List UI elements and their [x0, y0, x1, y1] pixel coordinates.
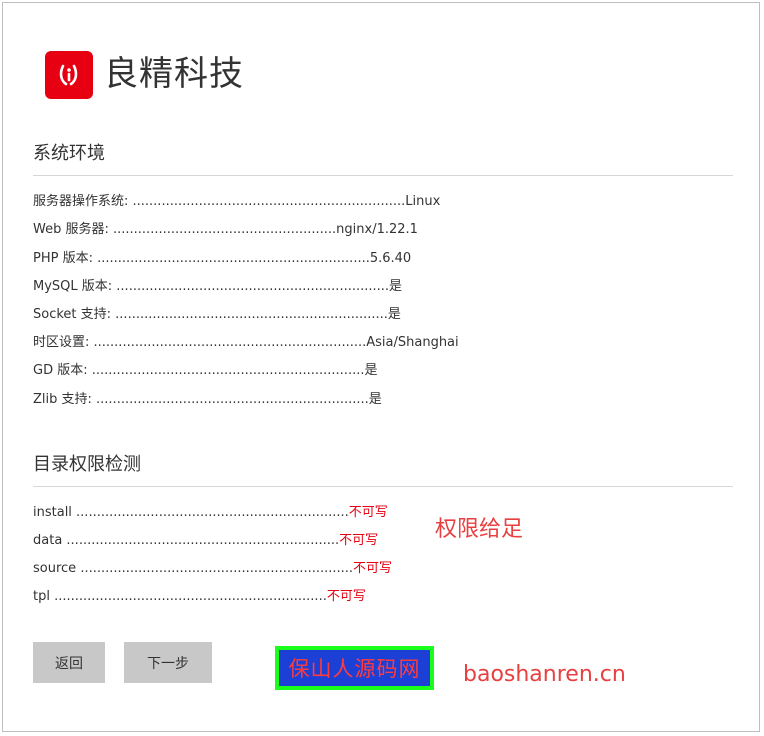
- permission-annotation: 权限给足: [435, 517, 524, 542]
- divider-env: [33, 175, 733, 176]
- env-row: GD 版本: .................................…: [33, 362, 377, 380]
- env-row-value: Asia/Shanghai: [366, 335, 459, 350]
- env-row-value: 是: [364, 363, 378, 378]
- env-row-label: MySQL 版本:: [33, 279, 117, 294]
- watermark-badge: 保山人源码网: [275, 646, 434, 690]
- env-row: 时区设置: ..................................…: [33, 334, 459, 352]
- env-row-label: GD 版本:: [33, 363, 92, 378]
- back-button[interactable]: 返回: [33, 642, 105, 683]
- env-row-label: 时区设置:: [33, 335, 94, 350]
- env-row-dots: ........................................…: [91, 363, 365, 378]
- section-title-env: 系统环境: [33, 143, 105, 164]
- watermark-text: 保山人源码网: [279, 650, 430, 686]
- env-row-label: Web 服务器:: [33, 222, 113, 237]
- env-row-value: 是: [387, 307, 401, 322]
- env-row-label: 服务器操作系统:: [33, 194, 133, 209]
- env-row: MySQL 版本: ..............................…: [33, 278, 402, 296]
- dir-row-dots: ........................................…: [66, 533, 340, 548]
- env-row-label: PHP 版本:: [33, 251, 98, 266]
- env-row-value: 5.6.40: [369, 251, 412, 266]
- env-row-dots: ........................................…: [96, 392, 369, 407]
- section-title-dir: 目录权限检测: [33, 454, 141, 475]
- env-row: 服务器操作系统: ...............................…: [33, 193, 440, 211]
- next-button[interactable]: 下一步: [124, 642, 212, 683]
- dir-row: data ...................................…: [33, 532, 378, 550]
- env-row-value: nginx/1.22.1: [336, 222, 418, 237]
- env-row-dots: ........................................…: [116, 279, 390, 294]
- brand-logo: [45, 51, 93, 99]
- env-row: Web 服务器: ...............................…: [33, 221, 418, 239]
- dir-row-status: 不可写: [353, 561, 393, 576]
- env-row-dots: ........................................…: [115, 307, 388, 322]
- dir-row-label: source: [33, 561, 81, 576]
- dir-row-status: 不可写: [348, 505, 388, 520]
- dir-row: source .................................…: [33, 560, 392, 578]
- divider-dir: [33, 486, 733, 487]
- dir-row-dots: ........................................…: [54, 589, 327, 604]
- dir-row-status: 不可写: [339, 533, 379, 548]
- env-row-label: Zlib 支持:: [33, 392, 97, 407]
- dir-row-dots: ........................................…: [76, 505, 349, 520]
- env-row-dots: ........................................…: [132, 194, 406, 209]
- brand-logo-icon: [59, 64, 78, 86]
- watermark-url: baoshanren.cn: [463, 662, 626, 687]
- env-row-dots: ........................................…: [97, 251, 370, 266]
- env-row: PHP 版本: ................................…: [33, 250, 411, 268]
- dir-row: install ................................…: [33, 504, 388, 522]
- env-row-value: 是: [389, 279, 403, 294]
- env-row: Zlib 支持: ...............................…: [33, 391, 382, 409]
- env-row-dots: ........................................…: [93, 335, 367, 350]
- env-row-label: Socket 支持:: [33, 307, 116, 322]
- dir-row: tpl ....................................…: [33, 588, 366, 606]
- dir-row-label: data: [33, 533, 67, 548]
- env-row-dots: ........................................…: [113, 222, 337, 237]
- env-row-value: Linux: [405, 194, 441, 209]
- dir-row-label: tpl: [33, 589, 55, 604]
- env-row: Socket 支持: .............................…: [33, 306, 401, 324]
- dir-row-status: 不可写: [326, 589, 366, 604]
- dir-row-dots: ........................................…: [80, 561, 354, 576]
- dir-row-label: install: [33, 505, 77, 520]
- brand-name: 良精科技: [104, 54, 244, 94]
- env-row-value: 是: [368, 392, 382, 407]
